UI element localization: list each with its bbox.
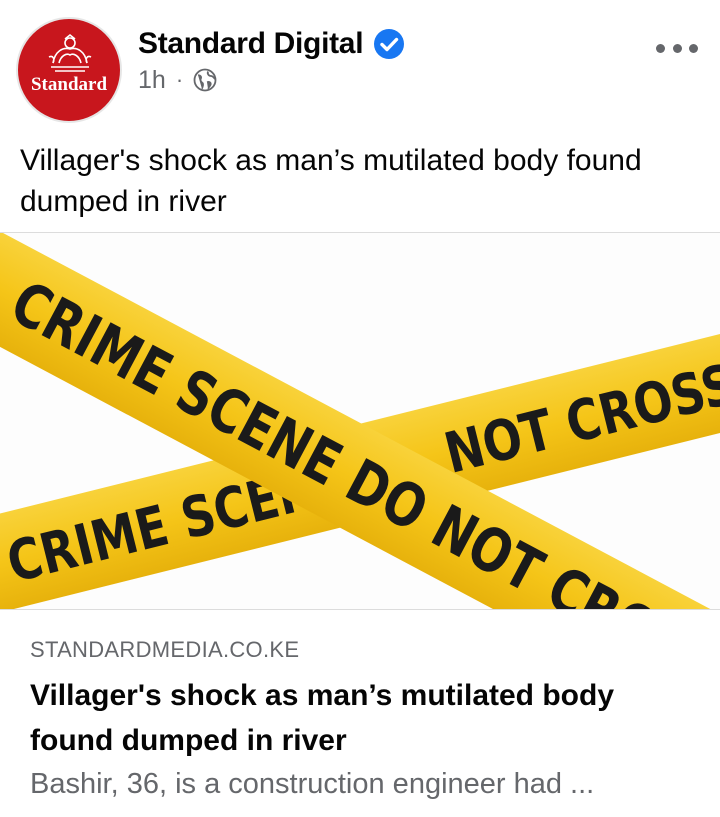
link-preview[interactable]: STANDARDMEDIA.CO.KE Villager's shock as … (0, 611, 720, 817)
more-dot (672, 43, 682, 53)
more-options-icon[interactable] (656, 36, 698, 60)
more-dot (656, 43, 665, 53)
post-image[interactable]: CRIME SCENE NOT CROSS CRIME SCENE DO NOT… (0, 232, 720, 610)
post-header: Standard Standard Digital 1h · (0, 0, 720, 125)
post-caption: Villager's shock as man’s mutilated body… (20, 144, 642, 218)
verified-badge-icon (374, 29, 405, 59)
meta-separator: · (175, 67, 184, 92)
link-description: Bashir, 36, is a construction engineer h… (30, 768, 595, 800)
page-name-row: Standard Digital (138, 24, 405, 64)
crime-scene-tape-image: CRIME SCENE NOT CROSS CRIME SCENE DO NOT… (0, 233, 720, 609)
page-name[interactable]: Standard Digital (138, 27, 364, 61)
avatar-logo-text: Standard (30, 74, 108, 95)
globe-icon[interactable] (193, 68, 217, 92)
more-dot (689, 43, 698, 53)
link-title[interactable]: Villager's shock as man’s mutilated body… (30, 673, 690, 763)
link-domain: STANDARDMEDIA.CO.KE (30, 637, 300, 662)
post-meta: 1h · (138, 64, 217, 96)
crest-logo-icon (48, 33, 92, 72)
page-avatar[interactable]: Standard (16, 17, 122, 123)
facebook-post: Standard Standard Digital 1h · Villager'… (0, 0, 720, 817)
post-timestamp[interactable]: 1h (138, 66, 166, 95)
